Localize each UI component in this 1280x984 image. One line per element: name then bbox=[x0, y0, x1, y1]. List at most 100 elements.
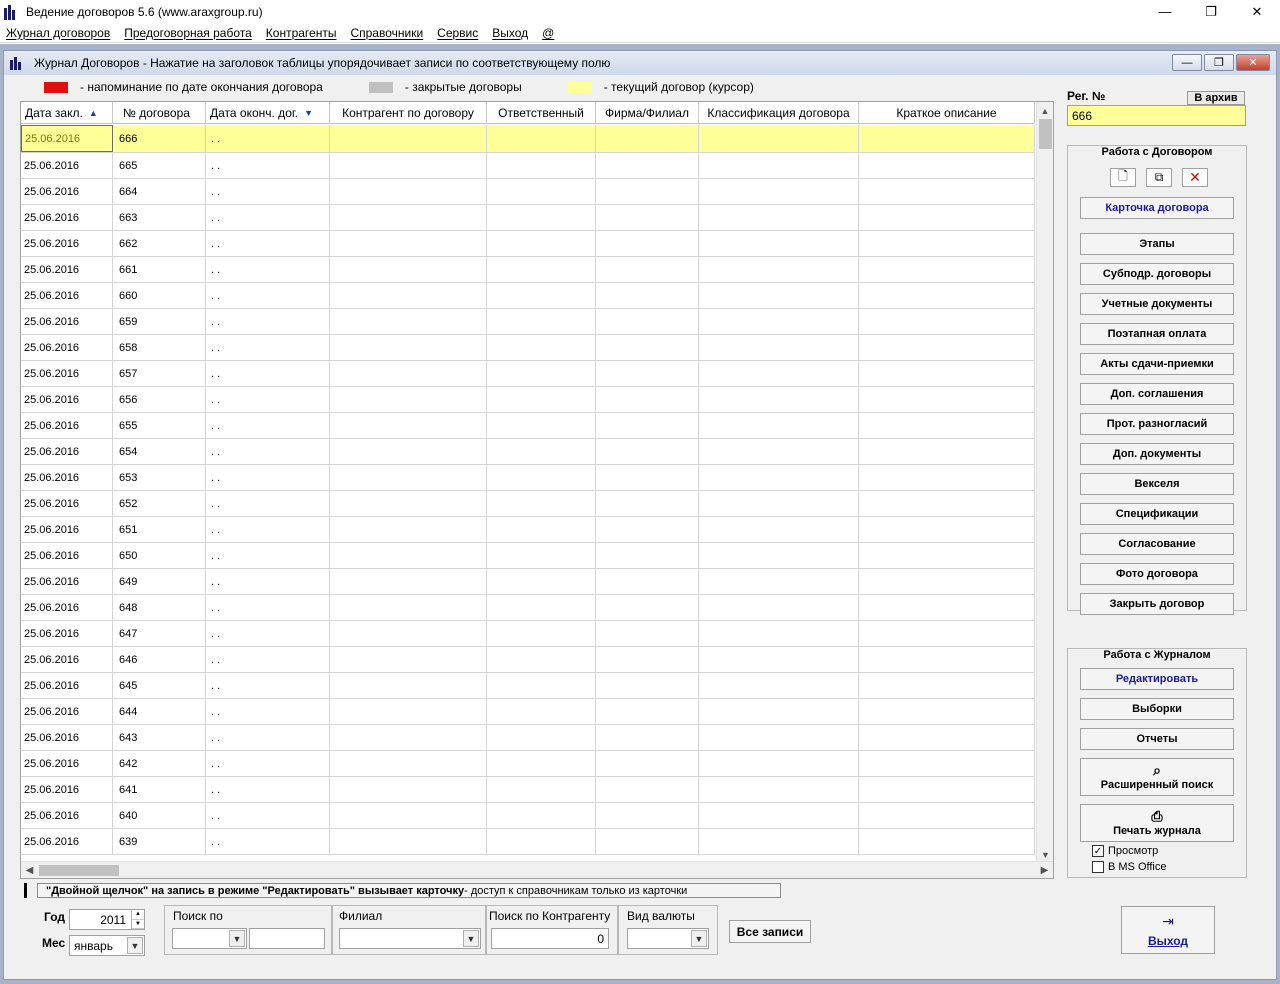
table-row[interactable]: 25.06.2016 643. . bbox=[21, 725, 1035, 751]
table-row[interactable]: 25.06.2016 665. . bbox=[21, 153, 1035, 179]
scroll-right-icon[interactable]: ▶ bbox=[1036, 862, 1053, 879]
horizontal-scrollbar[interactable]: ◀ ▶ bbox=[21, 861, 1053, 878]
child-minimize-button[interactable]: — bbox=[1172, 54, 1202, 71]
col-header-firm[interactable]: Фирма/Филиал bbox=[596, 102, 699, 124]
advanced-search-button[interactable]: ⌕ Расширенный поиск bbox=[1080, 758, 1234, 796]
archive-button[interactable]: В архив bbox=[1187, 91, 1245, 105]
col-header-responsible[interactable]: Ответственный bbox=[487, 102, 596, 124]
table-row[interactable]: 25.06.2016 641. . bbox=[21, 777, 1035, 803]
currency-select[interactable]: ▼ bbox=[627, 928, 709, 949]
col-header-number[interactable]: № договора bbox=[113, 102, 206, 124]
maximize-button[interactable]: ❐ bbox=[1188, 0, 1234, 23]
chevron-down-icon[interactable]: ▼ bbox=[127, 937, 143, 954]
branch-select[interactable]: ▼ bbox=[339, 928, 481, 949]
table-row[interactable]: 25.06.2016 651. . bbox=[21, 517, 1035, 543]
chevron-down-icon[interactable]: ▼ bbox=[463, 930, 479, 947]
preview-checkbox[interactable]: ✓ Просмотр bbox=[1092, 845, 1158, 857]
child-close-button[interactable]: ✕ bbox=[1236, 54, 1270, 71]
disagreement-protocols-button[interactable]: Прот. разногласий bbox=[1080, 413, 1234, 435]
child-restore-button[interactable]: ❐ bbox=[1204, 54, 1234, 71]
table-row[interactable]: 25.06.2016 655. . bbox=[21, 413, 1035, 439]
col-header-counterparty[interactable]: Контрагент по договору bbox=[330, 102, 487, 124]
acceptance-acts-button[interactable]: Акты сдачи-приемки bbox=[1080, 353, 1234, 375]
search-by-select[interactable]: ▼ bbox=[172, 928, 247, 949]
table-row[interactable]: 25.06.2016 664. . bbox=[21, 179, 1035, 205]
selections-button[interactable]: Выборки bbox=[1080, 698, 1234, 720]
menu-counterparties[interactable]: Контрагенты bbox=[266, 26, 337, 40]
table-row[interactable]: 25.06.2016 652. . bbox=[21, 491, 1035, 517]
spinner-arrows-icon[interactable]: ▲ ▼ bbox=[131, 910, 144, 929]
contract-card-button[interactable]: Карточка договора bbox=[1080, 197, 1234, 219]
menu-contracts-journal[interactable]: Журнал договоров bbox=[6, 26, 110, 40]
table-row[interactable]: 25.06.2016 653. . bbox=[21, 465, 1035, 491]
menu-service[interactable]: Сервис bbox=[437, 26, 478, 40]
col-header-classification[interactable]: Классификация договора bbox=[699, 102, 859, 124]
table-row[interactable]: 25.06.2016 640. . bbox=[21, 803, 1035, 829]
table-row[interactable]: 25.06.2016 648. . bbox=[21, 595, 1035, 621]
contracts-grid[interactable]: Дата закл. ▲ № договора Дата оконч. дог. ▼… bbox=[20, 101, 1054, 879]
subcontracts-button[interactable]: Субподр. договоры bbox=[1080, 263, 1234, 285]
reg-number-field[interactable]: 666 bbox=[1067, 105, 1246, 126]
col-header-description[interactable]: Краткое описание bbox=[859, 102, 1035, 124]
print-journal-button[interactable]: ⎙ Печать журнала bbox=[1080, 804, 1234, 842]
close-contract-button[interactable]: Закрыть договор bbox=[1080, 593, 1234, 615]
table-row[interactable]: 25.06.2016 639. . bbox=[21, 829, 1035, 855]
scroll-up-icon[interactable]: ▲ bbox=[1037, 102, 1053, 119]
table-row[interactable]: 25.06.2016 645. . bbox=[21, 673, 1035, 699]
table-row[interactable]: 25.06.2016 647. . bbox=[21, 621, 1035, 647]
month-select[interactable]: январь ▼ bbox=[69, 935, 145, 956]
minimize-button[interactable]: — bbox=[1142, 0, 1188, 23]
table-row[interactable]: 25.06.2016 662. . bbox=[21, 231, 1035, 257]
vertical-scroll-thumb[interactable] bbox=[1039, 119, 1052, 149]
table-row[interactable]: 25.06.2016 646. . bbox=[21, 647, 1035, 673]
table-cell bbox=[699, 125, 859, 152]
chevron-down-icon[interactable]: ▼ bbox=[229, 930, 245, 947]
contract-photo-button[interactable]: Фото договора bbox=[1080, 563, 1234, 585]
menu-exit[interactable]: Выход bbox=[492, 26, 528, 40]
bills-button[interactable]: Векселя bbox=[1080, 473, 1234, 495]
table-row[interactable]: 25.06.2016 650. . bbox=[21, 543, 1035, 569]
menu-at[interactable]: @ bbox=[542, 26, 554, 40]
table-row[interactable]: 25.06.2016 649. . bbox=[21, 569, 1035, 595]
year-spinner[interactable]: 2011 ▲ ▼ bbox=[69, 909, 145, 930]
col-header-date[interactable]: Дата закл. ▲ bbox=[21, 102, 113, 124]
table-row[interactable]: 25.06.2016 659. . bbox=[21, 309, 1035, 335]
staged-payment-button[interactable]: Поэтапная оплата bbox=[1080, 323, 1234, 345]
table-row[interactable]: 25.06.2016 660. . bbox=[21, 283, 1035, 309]
menu-precontract[interactable]: Предоговорная работа bbox=[124, 26, 252, 40]
search-by-input[interactable] bbox=[249, 928, 325, 949]
edit-button[interactable]: Редактировать bbox=[1080, 668, 1234, 690]
specifications-button[interactable]: Спецификации bbox=[1080, 503, 1234, 525]
chevron-down-icon[interactable]: ▼ bbox=[691, 930, 707, 947]
new-document-icon[interactable]: 🗋 bbox=[1110, 168, 1136, 187]
table-row[interactable]: 25.06.2016 663. . bbox=[21, 205, 1035, 231]
table-row[interactable]: 25.06.2016 644. . bbox=[21, 699, 1035, 725]
delete-icon[interactable]: ✕ bbox=[1182, 168, 1208, 187]
stages-button[interactable]: Этапы bbox=[1080, 233, 1234, 255]
reports-button[interactable]: Отчеты bbox=[1080, 728, 1234, 750]
horizontal-scroll-thumb[interactable] bbox=[39, 865, 119, 876]
table-row[interactable]: 25.06.2016 666. . bbox=[21, 125, 1035, 153]
table-cell bbox=[330, 699, 487, 724]
vertical-scrollbar[interactable]: ▲ ▼ bbox=[1036, 102, 1053, 863]
approval-button[interactable]: Согласование bbox=[1080, 533, 1234, 555]
scroll-left-icon[interactable]: ◀ bbox=[21, 862, 38, 879]
table-row[interactable]: 25.06.2016 657. . bbox=[21, 361, 1035, 387]
all-records-button[interactable]: Все записи bbox=[729, 920, 811, 943]
table-row[interactable]: 25.06.2016 656. . bbox=[21, 387, 1035, 413]
table-row[interactable]: 25.06.2016 642. . bbox=[21, 751, 1035, 777]
table-cell bbox=[859, 153, 1035, 178]
table-row[interactable]: 25.06.2016 658. . bbox=[21, 335, 1035, 361]
copy-document-icon[interactable]: ⧉ bbox=[1146, 168, 1172, 187]
exit-button[interactable]: ⇥ Выход bbox=[1121, 906, 1215, 954]
counterparty-search-input[interactable]: 0 bbox=[491, 928, 609, 949]
accounting-docs-button[interactable]: Учетные документы bbox=[1080, 293, 1234, 315]
col-header-end-date[interactable]: Дата оконч. дог. ▼ bbox=[206, 102, 330, 124]
table-row[interactable]: 25.06.2016 661. . bbox=[21, 257, 1035, 283]
additional-docs-button[interactable]: Доп. документы bbox=[1080, 443, 1234, 465]
close-button[interactable]: ✕ bbox=[1234, 0, 1280, 23]
additional-agreements-button[interactable]: Доп. соглашения bbox=[1080, 383, 1234, 405]
table-row[interactable]: 25.06.2016 654. . bbox=[21, 439, 1035, 465]
ms-office-checkbox[interactable]: В MS Office bbox=[1092, 861, 1166, 873]
menu-references[interactable]: Справочники bbox=[350, 26, 423, 40]
